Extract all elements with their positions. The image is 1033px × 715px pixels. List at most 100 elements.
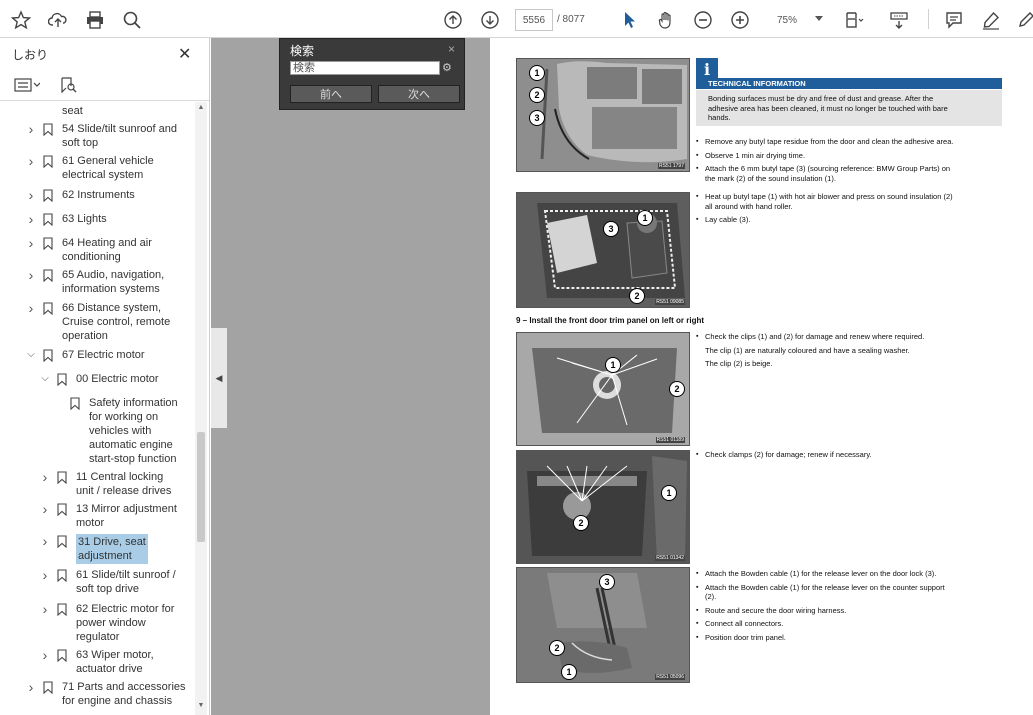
chevron-right-icon[interactable]: › [40,648,50,662]
scrollbar-thumb[interactable] [197,432,205,542]
bookmark-label: 64 Heating and air conditioning [62,237,152,263]
search-next-button[interactable]: 次へ [378,85,460,103]
chevron-right-icon[interactable]: › [40,534,50,548]
chevron-right-icon[interactable]: › [40,470,50,484]
bookmark-icon [57,471,67,484]
chevron-right-icon[interactable]: › [26,154,36,168]
bookmark-icon [43,681,53,694]
bookmark-label: Safety information for working on vehicl… [89,397,178,465]
chevron-right-icon[interactable]: › [40,602,50,616]
instructions-block-1: Remove any butyl tape residue from the d… [696,137,1001,187]
bookmark-label: 61 Slide/tilt sunroof / soft top drive [76,569,176,595]
chevron-down-icon[interactable]: ⌵ [26,349,36,361]
chevron-right-icon[interactable]: › [26,236,36,250]
bookmark-label: 65 Audio, navigation, information system… [62,269,165,295]
photo-code: RS51 01189 [655,437,685,443]
bookmark-label: 62 Instruments [62,189,135,201]
bookmark-icon [43,123,53,136]
upload-cloud-icon[interactable] [47,9,69,31]
scroll-up-icon[interactable]: ▲ [197,104,205,111]
search-close-icon[interactable]: × [448,42,455,56]
highlight-pen-icon[interactable] [980,9,1002,31]
instruction-bullet: Route and secure the door wiring harness… [696,606,1001,616]
bookmarks-panel-title: しおり [12,48,49,62]
page-number-input[interactable]: 5556 [515,9,553,31]
bookmarks-tree: seat › 54 Slide/tilt sunroof and soft top ›… [0,102,195,715]
bookmark-label: 66 Distance system, Cruise control, remo… [62,302,171,342]
close-icon[interactable]: ✕ [178,44,191,64]
instruction-bullet: Attach the 6 mm butyl tape (3) (sourcing… [696,164,1001,183]
bookmark-label: 13 Mirror adjustment motor [76,503,177,529]
photo-code: RS51 1797 [657,163,685,169]
instructions-block-4: Check clamps (2) for damage; renew if ne… [696,450,1001,464]
scroll-down-icon[interactable]: ▼ [197,702,205,709]
hand-tool-icon[interactable] [655,9,677,31]
instruction-bullet: Attach the Bowden cable (1) for the rele… [696,583,1001,602]
instruction-bullet: Heat up butyl tape (1) with hot air blow… [696,192,1001,211]
gear-icon[interactable]: ⚙ [442,61,452,74]
page-fit-icon[interactable] [843,9,865,31]
previous-page-icon[interactable] [442,9,464,31]
photo-code: RS51 05096 [655,674,685,680]
bookmarks-scrollbar[interactable]: ▲ ▼ [195,102,207,715]
chevron-right-icon[interactable]: › [26,212,36,226]
page-total: / 8077 [557,14,585,25]
bookmark-icon [57,503,67,516]
chevron-down-icon[interactable]: ⌵ [40,373,50,385]
zoom-value: 75% [777,14,798,26]
zoom-in-icon[interactable] [729,9,751,31]
options-menu-icon[interactable] [14,77,40,93]
document-canvas: ◀ [211,38,490,715]
instructions-block-3: Check the clips (1) and (2) for damage a… [696,332,1001,373]
next-page-icon[interactable] [479,9,501,31]
callout-2: 2 [669,381,685,397]
chevron-right-icon[interactable]: › [26,188,36,202]
bookmark-icon [43,213,53,226]
search-icon[interactable] [121,9,143,31]
callout-1: 1 [661,485,677,501]
callout-1: 1 [561,664,577,680]
bookmark-icon [57,373,67,386]
star-icon[interactable] [10,9,32,31]
collapse-panel-handle[interactable]: ◀ [211,328,227,428]
bookmark-label: 62 Electric motor for power window regul… [76,603,175,643]
chevron-right-icon[interactable]: › [26,122,36,136]
chevron-right-icon[interactable]: › [40,568,50,582]
chevron-right-icon[interactable]: › [40,502,50,516]
search-input[interactable]: 検索 [290,61,440,75]
instruction-bullet: Attach the Bowden cable (1) for the rele… [696,569,1001,579]
info-icon: i [696,58,718,80]
technical-information-body: Bonding surfaces must be dry and free of… [696,90,1002,126]
instruction-bullet: Connect all connectors. [696,619,1001,629]
chevron-right-icon[interactable]: › [26,268,36,282]
comment-icon[interactable] [943,9,965,31]
draw-icon[interactable] [1014,9,1033,31]
print-icon[interactable] [84,9,106,31]
zoom-dropdown[interactable]: 75% [765,9,827,31]
bookmark-icon [57,535,67,548]
chevron-right-icon[interactable]: › [26,301,36,315]
instruction-bullet: Observe 1 min air drying time. [696,151,1001,161]
photo-sound-insulation: 1 2 3 RS51 1797 [516,58,690,172]
instruction-note: The clip (1) are naturally coloured and … [705,345,910,355]
photo-code: RS51 09085 [655,299,685,305]
callout-3: 3 [599,574,615,590]
bookmark-label: 63 Wiper motor, actuator drive [76,649,154,675]
zoom-out-icon[interactable] [692,9,714,31]
instruction-bullet: Lay cable (3). [696,215,1001,225]
bookmark-icon [43,269,53,282]
bookmark-label: 31 Drive, seat adjustment [76,534,148,564]
search-previous-button[interactable]: 前へ [290,85,372,103]
chevron-right-icon[interactable]: › [26,680,36,694]
scroll-mode-icon[interactable] [888,9,910,31]
callout-3: 3 [529,110,545,126]
callout-2: 2 [573,515,589,531]
instruction-bullet: Position door trim panel. [696,633,1001,643]
find-bookmark-icon[interactable] [60,77,78,93]
bookmark-icon [43,302,53,315]
bookmark-label: 71 Parts and accessories for engine and … [62,681,186,707]
bookmark-icon [70,397,80,410]
bookmark-label: 67 Electric motor [62,349,145,361]
select-cursor-icon[interactable] [618,9,640,31]
instruction-bullet: Check the clips (1) and (2) for damage a… [696,332,1001,342]
